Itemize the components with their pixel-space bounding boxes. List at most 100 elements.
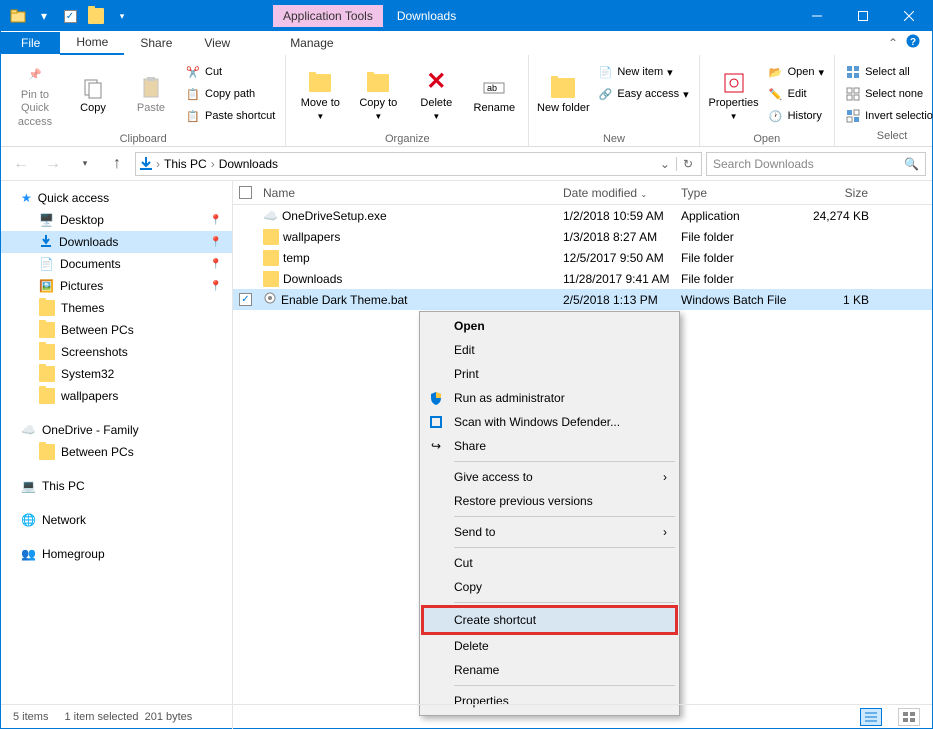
row-checkbox[interactable]: ✓ <box>239 293 252 306</box>
sidebar-quick-access[interactable]: ★Quick access <box>1 187 232 209</box>
tab-share[interactable]: Share <box>124 32 188 54</box>
new-item-button[interactable]: 📄New item ▾ <box>593 61 692 83</box>
large-icons-view-button[interactable] <box>898 708 920 726</box>
tab-file[interactable]: File <box>1 32 60 54</box>
ctx-send-to[interactable]: Send to› <box>422 520 677 544</box>
minimize-button[interactable] <box>794 1 840 31</box>
sidebar-themes[interactable]: Themes <box>1 297 232 319</box>
breadcrumb-downloads[interactable]: Downloads <box>217 157 280 171</box>
chevron-right-icon: › <box>663 525 667 539</box>
qat-arrow-down-icon[interactable]: ▾ <box>33 5 55 27</box>
paste-shortcut-button[interactable]: 📋Paste shortcut <box>181 105 279 127</box>
cut-button[interactable]: ✂️Cut <box>181 61 279 83</box>
context-tab-application-tools[interactable]: Application Tools <box>273 5 383 27</box>
ctx-create-shortcut[interactable]: Create shortcut <box>421 605 678 635</box>
ctx-open[interactable]: Open <box>422 314 677 338</box>
column-date[interactable]: Date modified ⌄ <box>557 186 675 200</box>
sort-indicator-icon: ⌄ <box>640 190 647 199</box>
chevron-right-icon: › <box>663 470 667 484</box>
select-none-button[interactable]: Select none <box>841 83 933 105</box>
tab-view[interactable]: View <box>188 32 246 54</box>
chevron-right-icon[interactable]: › <box>154 157 162 171</box>
maximize-button[interactable] <box>840 1 886 31</box>
ctx-share[interactable]: ↪Share <box>422 434 677 458</box>
chevron-right-icon[interactable]: › <box>209 157 217 171</box>
sidebar-this-pc[interactable]: 💻This PC <box>1 475 232 497</box>
select-all-button[interactable]: Select all <box>841 61 933 83</box>
refresh-icon[interactable]: ↻ <box>676 157 699 171</box>
tab-home[interactable]: Home <box>60 31 124 55</box>
file-row[interactable]: temp12/5/2017 9:50 AMFile folder <box>233 247 932 268</box>
breadcrumb-this-pc[interactable]: This PC <box>162 157 209 171</box>
easy-access-button[interactable]: 🔗Easy access ▾ <box>593 83 692 105</box>
column-name[interactable]: Name <box>257 186 557 200</box>
copy-to-button[interactable]: Copy to▼ <box>350 61 406 131</box>
search-input[interactable]: Search Downloads 🔍 <box>706 152 926 176</box>
file-row[interactable]: Downloads11/28/2017 9:41 AMFile folder <box>233 268 932 289</box>
ctx-rename[interactable]: Rename <box>422 658 677 682</box>
group-label-organize: Organize <box>292 131 522 147</box>
open-button[interactable]: 📂Open ▾ <box>764 61 828 83</box>
sidebar-pictures[interactable]: 🖼️Pictures📍 <box>1 275 232 297</box>
forward-button[interactable]: → <box>39 152 67 176</box>
ctx-give-access-to[interactable]: Give access to› <box>422 465 677 489</box>
edit-button[interactable]: ✏️Edit <box>764 83 828 105</box>
address-bar[interactable]: › This PC › Downloads ⌄ ↻ <box>135 152 702 176</box>
help-icon[interactable]: ? <box>906 34 920 51</box>
copy-button[interactable]: Copy <box>65 61 121 131</box>
file-type: File folder <box>675 251 795 265</box>
ribbon-collapse-icon[interactable]: ⌃ <box>888 36 898 50</box>
ctx-edit[interactable]: Edit <box>422 338 677 362</box>
properties-button[interactable]: Properties▼ <box>706 61 762 131</box>
file-name: Downloads <box>283 272 342 286</box>
sidebar-documents[interactable]: 📄Documents📍 <box>1 253 232 275</box>
sidebar-between-pcs[interactable]: Between PCs <box>1 319 232 341</box>
sidebar-between-pcs2[interactable]: Between PCs <box>1 441 232 463</box>
delete-button[interactable]: ✕Delete▼ <box>408 61 464 131</box>
recent-locations-button[interactable]: ▾ <box>71 152 99 176</box>
titlebar: ▾ ✓ ▾ Application Tools Downloads <box>1 1 932 31</box>
column-type[interactable]: Type <box>675 186 795 200</box>
ctx-run-as-admin[interactable]: Run as administrator <box>422 386 677 410</box>
ctx-copy[interactable]: Copy <box>422 575 677 599</box>
history-button[interactable]: 🕐History <box>764 105 828 127</box>
file-row[interactable]: ✓Enable Dark Theme.bat2/5/2018 1:13 PMWi… <box>233 289 932 310</box>
paste-button[interactable]: Paste <box>123 61 179 131</box>
move-to-button[interactable]: Move to▼ <box>292 61 348 131</box>
back-button[interactable]: ← <box>7 152 35 176</box>
file-row[interactable]: ☁️OneDriveSetup.exe1/2/2018 10:59 AMAppl… <box>233 205 932 226</box>
qat-checkbox-icon[interactable]: ✓ <box>59 5 81 27</box>
pin-icon: 📍 <box>210 237 222 248</box>
search-icon[interactable]: 🔍 <box>904 157 919 171</box>
sidebar-homegroup[interactable]: 👥Homegroup <box>1 543 232 565</box>
sidebar-desktop[interactable]: 🖥️Desktop📍 <box>1 209 232 231</box>
ctx-scan-defender[interactable]: Scan with Windows Defender... <box>422 410 677 434</box>
up-button[interactable]: ↑ <box>103 152 131 176</box>
close-button[interactable] <box>886 1 932 31</box>
ctx-print[interactable]: Print <box>422 362 677 386</box>
copy-path-button[interactable]: 📋Copy path <box>181 83 279 105</box>
qat-folder-icon[interactable] <box>85 5 107 27</box>
sidebar-wallpapers[interactable]: wallpapers <box>1 385 232 407</box>
sidebar-onedrive[interactable]: ☁️OneDrive - Family <box>1 419 232 441</box>
ctx-delete[interactable]: Delete <box>422 634 677 658</box>
pin-to-quick-access-button[interactable]: 📌 Pin to Quick access <box>7 61 63 131</box>
tab-manage[interactable]: Manage <box>274 32 349 54</box>
qat-dropdown-icon[interactable]: ▾ <box>111 5 133 27</box>
sidebar-screenshots[interactable]: Screenshots <box>1 341 232 363</box>
sidebar-downloads[interactable]: Downloads📍 <box>1 231 232 253</box>
file-row[interactable]: wallpapers1/3/2018 8:27 AMFile folder <box>233 226 932 247</box>
new-folder-button[interactable]: New folder <box>535 61 591 131</box>
copy-to-icon <box>366 71 390 95</box>
sidebar-system32[interactable]: System32 <box>1 363 232 385</box>
ctx-cut[interactable]: Cut <box>422 551 677 575</box>
ctx-restore-previous[interactable]: Restore previous versions <box>422 489 677 513</box>
address-dropdown-icon[interactable]: ⌄ <box>654 157 676 171</box>
invert-selection-button[interactable]: Invert selection <box>841 105 933 127</box>
sidebar-network[interactable]: 🌐Network <box>1 509 232 531</box>
select-all-checkbox[interactable] <box>233 186 257 199</box>
column-size[interactable]: Size <box>795 186 875 200</box>
details-view-button[interactable] <box>860 708 882 726</box>
onedrive-icon: ☁️ <box>21 423 36 437</box>
rename-button[interactable]: abRename <box>466 61 522 131</box>
